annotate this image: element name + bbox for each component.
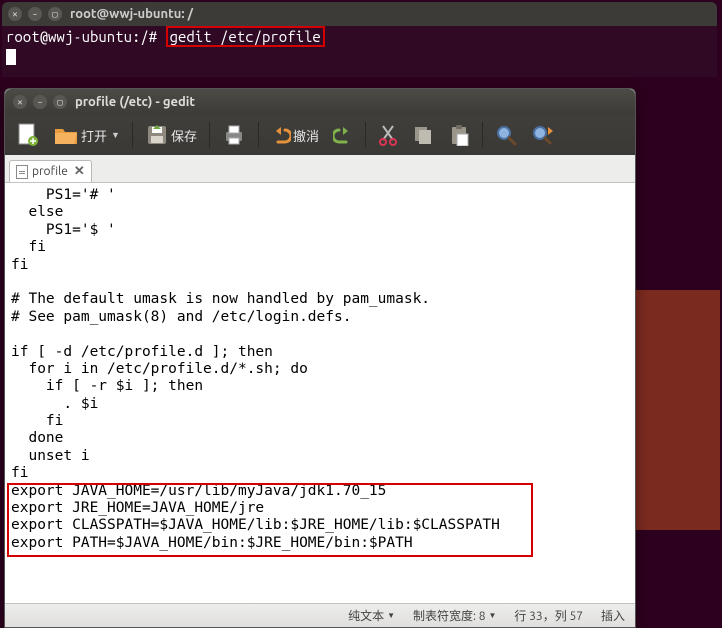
gedit-title: profile (/etc) - gedit	[75, 95, 195, 109]
close-icon[interactable]: ✕	[8, 7, 22, 21]
open-label: 打开	[81, 126, 107, 145]
undo-button[interactable]: 撤消	[267, 119, 323, 151]
editor-exports: export JAVA_HOME=/usr/lib/myJava/jdk1.70…	[11, 483, 500, 551]
tabwidth-label: 制表符宽度: 8	[413, 607, 485, 624]
gedit-statusbar: 纯文本 ▼ 制表符宽度: 8 ▼ 行 33，列 57 插入	[5, 603, 635, 627]
toolbar-separator	[209, 122, 210, 148]
minimize-icon[interactable]: –	[28, 7, 42, 21]
status-tabwidth[interactable]: 制表符宽度: 8 ▼	[413, 607, 496, 624]
terminal-window: ✕ – ▢ root@wwj-ubuntu: / root@wwj-ubuntu…	[2, 2, 717, 77]
status-mode: 插入	[601, 607, 625, 624]
gedit-tabbar: profile ✕	[5, 155, 635, 183]
terminal-command: gedit /etc/profile	[166, 26, 325, 47]
filetype-label: 纯文本	[348, 607, 384, 624]
toolbar-separator	[258, 122, 259, 148]
position-label: 行 33，列 57	[514, 607, 583, 624]
maximize-icon[interactable]: ▢	[53, 95, 67, 109]
terminal-titlebar: ✕ – ▢ root@wwj-ubuntu: /	[2, 2, 717, 26]
editor-area[interactable]: PS1='# ' else PS1='$ ' fi fi # The defau…	[5, 183, 635, 603]
folder-open-icon	[53, 123, 79, 147]
save-button[interactable]: 保存	[141, 119, 201, 151]
save-icon	[145, 123, 169, 147]
save-label: 保存	[171, 126, 197, 145]
redo-icon	[333, 125, 353, 145]
find-replace-icon	[531, 124, 555, 146]
copy-button[interactable]	[408, 119, 438, 151]
terminal-body[interactable]: root@wwj-ubuntu:/# gedit /etc/profile	[2, 26, 717, 77]
cut-icon	[378, 124, 398, 146]
close-tab-icon[interactable]: ✕	[74, 164, 85, 179]
gedit-titlebar: ✕ – ▢ profile (/etc) - gedit	[5, 89, 635, 115]
undo-label: 撤消	[293, 126, 319, 145]
gedit-toolbar: 打开 ▼ 保存 撤消	[5, 115, 635, 155]
document-icon	[16, 165, 28, 179]
terminal-prompt: root@wwj-ubuntu:/#	[6, 28, 157, 45]
search-icon	[495, 124, 517, 146]
toolbar-separator	[365, 122, 366, 148]
find-replace-button[interactable]	[527, 119, 559, 151]
toolbar-separator	[482, 122, 483, 148]
mode-label: 插入	[601, 607, 625, 624]
open-button[interactable]: 打开 ▼	[49, 119, 124, 151]
chevron-down-icon[interactable]: ▼	[111, 130, 120, 140]
tab-label: profile	[32, 165, 68, 178]
new-file-button[interactable]	[11, 119, 43, 151]
copy-icon	[412, 124, 434, 146]
cut-button[interactable]	[374, 119, 402, 151]
decorative-strip	[636, 290, 720, 530]
print-icon	[222, 123, 246, 147]
undo-icon	[271, 125, 291, 145]
editor-prelude: PS1='# ' else PS1='$ ' fi fi # The defau…	[11, 187, 430, 481]
new-file-icon	[15, 122, 39, 148]
paste-icon	[448, 124, 470, 146]
terminal-cursor	[6, 49, 16, 65]
redo-button[interactable]	[329, 119, 357, 151]
status-filetype[interactable]: 纯文本 ▼	[348, 607, 395, 624]
status-position: 行 33，列 57	[514, 607, 583, 624]
minimize-icon[interactable]: –	[33, 95, 47, 109]
toolbar-separator	[132, 122, 133, 148]
find-button[interactable]	[491, 119, 521, 151]
paste-button[interactable]	[444, 119, 474, 151]
maximize-icon[interactable]: ▢	[48, 7, 62, 21]
gedit-window: ✕ – ▢ profile (/etc) - gedit 打开 ▼ 保存 撤消	[4, 88, 636, 628]
tab-profile[interactable]: profile ✕	[9, 160, 92, 182]
terminal-title: root@wwj-ubuntu: /	[70, 7, 193, 21]
close-icon[interactable]: ✕	[13, 95, 27, 109]
print-button[interactable]	[218, 119, 250, 151]
